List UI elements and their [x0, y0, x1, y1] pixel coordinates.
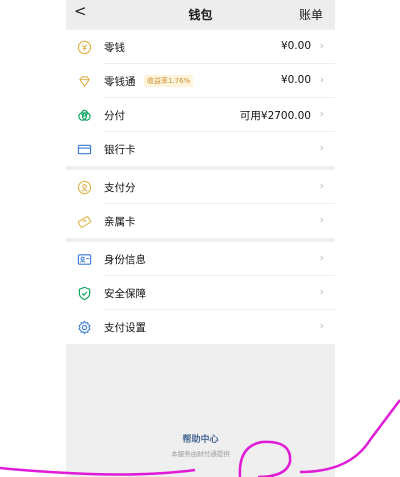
chevron-right-icon: ›: [319, 251, 324, 264]
list-item-change[interactable]: 零钱 ¥0.00 ›: [66, 30, 335, 64]
shield-icon: [78, 286, 91, 301]
list-item-label: 分付: [104, 110, 125, 122]
security-group: 身份信息 › 安全保障 › 支付设置 ›: [66, 242, 335, 344]
credit-group: 支付分 › 亲属卡 ›: [66, 170, 335, 238]
list-item-value: ¥0.00: [280, 40, 311, 52]
list-item-value: ¥0.00: [280, 74, 311, 86]
help-center-link[interactable]: 帮助中心: [66, 432, 335, 445]
list-item-security[interactable]: 安全保障 ›: [66, 276, 335, 310]
bank-card-icon: [77, 144, 92, 155]
list-item-lingqiantong[interactable]: 零钱通 收益率1.76% ¥0.00 ›: [66, 64, 335, 98]
list-item-identity[interactable]: 身份信息 ›: [66, 242, 335, 276]
list-item-label: 零钱通: [104, 76, 136, 88]
chevron-right-icon: ›: [319, 319, 324, 332]
bill-button[interactable]: 账单: [299, 6, 323, 23]
list-item-label: 安全保障: [104, 288, 146, 300]
nav-bar: < 钱包 账单: [66, 0, 335, 28]
chevron-right-icon: ›: [319, 213, 324, 226]
page-title: 钱包: [188, 8, 213, 22]
list-item-value: 可用¥2700.00: [239, 110, 311, 122]
chevron-right-icon: ›: [319, 179, 324, 192]
list-item-label: 支付分: [104, 182, 136, 194]
list-item-label: 亲属卡: [104, 216, 136, 228]
gear-icon: [78, 320, 91, 335]
family-card-icon: [77, 216, 92, 228]
chevron-right-icon: ›: [319, 285, 324, 298]
list-item-installment[interactable]: 分付 可用¥2700.00 ›: [66, 98, 335, 132]
list-item-pay-score[interactable]: 支付分 ›: [66, 170, 335, 204]
list-item-label: 身份信息: [104, 254, 146, 266]
chevron-right-icon: ›: [319, 107, 324, 120]
coin-icon: [77, 40, 92, 55]
chevron-right-icon: ›: [319, 39, 324, 52]
wallet-screen: < 钱包 账单 零钱 ¥0.00 › 零钱通 收益率1.76% ¥0.00 ›: [66, 0, 335, 477]
yield-badge: 收益率1.76%: [144, 75, 194, 87]
list-item-label: 支付设置: [104, 322, 146, 334]
list-item-label: 零钱: [104, 42, 125, 54]
list-item-family-card[interactable]: 亲属卡 ›: [66, 204, 335, 238]
score-icon: [77, 180, 92, 195]
installment-icon: [78, 109, 91, 121]
list-item-pay-settings[interactable]: 支付设置 ›: [66, 310, 335, 344]
id-card-icon: [77, 254, 92, 265]
diamond-icon: [79, 76, 90, 88]
chevron-right-icon: ›: [319, 73, 324, 86]
chevron-right-icon: ›: [319, 141, 324, 154]
list-item-bank-card[interactable]: 银行卡 ›: [66, 132, 335, 166]
balance-group: 零钱 ¥0.00 › 零钱通 收益率1.76% ¥0.00 › 分付 可用¥27…: [66, 30, 335, 166]
list-item-label: 银行卡: [104, 144, 136, 156]
provider-note: 本服务由财付通提供: [171, 450, 230, 458]
